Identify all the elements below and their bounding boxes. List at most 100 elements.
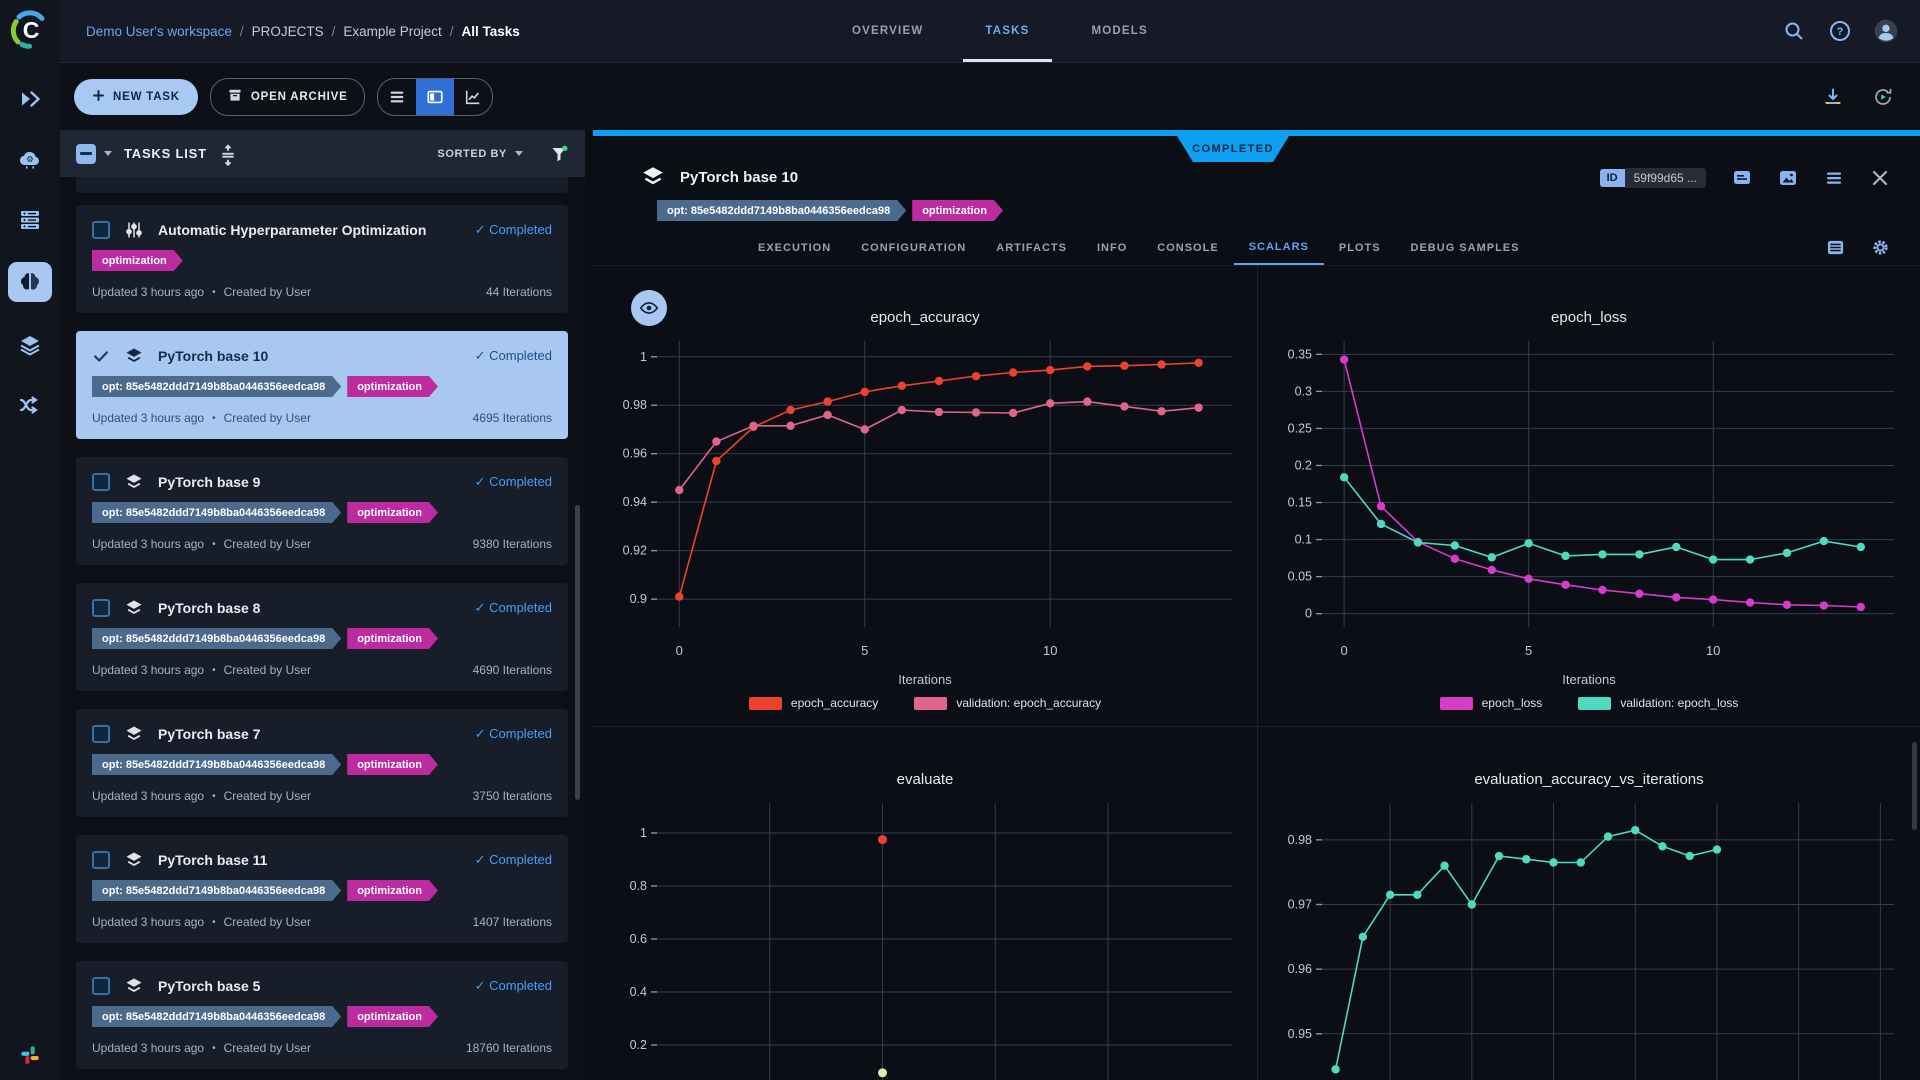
- legend-item[interactable]: epoch_loss: [1440, 696, 1543, 710]
- task-name: PyTorch base 7: [158, 726, 260, 742]
- tab-debug-samples[interactable]: DEBUG SAMPLES: [1396, 230, 1535, 265]
- experiment-icon: [124, 975, 146, 997]
- legend-item[interactable]: validation: epoch_loss: [1578, 696, 1738, 710]
- task-checkbox[interactable]: [92, 851, 110, 869]
- pipelines-icon[interactable]: [10, 388, 50, 422]
- tab-configuration[interactable]: CONFIGURATION: [846, 230, 981, 265]
- task-card[interactable]: Automatic Hyperparameter Optimization✓ C…: [76, 205, 568, 313]
- tab-execution[interactable]: EXECUTION: [743, 230, 846, 265]
- tasks-scrollbar-thumb[interactable]: [575, 505, 580, 800]
- task-checkbox[interactable]: [92, 221, 110, 239]
- svg-text:10: 10: [1043, 643, 1057, 658]
- cloud-autoscaler-icon[interactable]: ⚙: [10, 142, 50, 176]
- task-card[interactable]: PyTorch base 11✓ Completedopt: 85e5482dd…: [76, 835, 568, 943]
- breadcrumb-projects[interactable]: PROJECTS: [252, 24, 324, 39]
- chevron-down-icon[interactable]: [104, 151, 112, 156]
- datasets-layers-icon[interactable]: [10, 328, 50, 362]
- detail-scrollbar-thumb[interactable]: [1912, 742, 1917, 830]
- gear-icon[interactable]: [1871, 238, 1890, 257]
- chart-plot-epoch-loss[interactable]: 00.050.10.150.20.250.30.350510: [1258, 327, 1920, 667]
- expand-sidebar-icon[interactable]: [10, 82, 50, 116]
- menu-icon[interactable]: [1824, 168, 1844, 188]
- help-icon[interactable]: ?: [1828, 19, 1852, 43]
- nav-tab-tasks[interactable]: TASKS: [963, 0, 1051, 62]
- task-card[interactable]: PyTorch base 5✓ Completed opt: 85e5482ddd…: [76, 961, 568, 1069]
- auto-refresh-icon[interactable]: [1872, 86, 1894, 108]
- meta-dot: •: [212, 287, 216, 298]
- user-avatar[interactable]: [1874, 19, 1898, 43]
- new-task-button[interactable]: NEW TASK: [74, 79, 198, 115]
- slack-icon[interactable]: [0, 1042, 60, 1068]
- legend-item[interactable]: validation: epoch_accuracy: [914, 696, 1101, 710]
- task-card[interactable]: PyTorch base 8✓ Completedopt: 85e5482ddd…: [76, 583, 568, 691]
- open-archive-button[interactable]: OPEN ARCHIVE: [210, 78, 365, 116]
- task-tag-optimization[interactable]: optimization: [347, 754, 438, 775]
- svg-text:0.94: 0.94: [623, 495, 647, 509]
- chart-epoch-loss: epoch_loss 00.050.10.150.20.250.30.350510…: [1258, 265, 1920, 727]
- task-tag-optimization[interactable]: optimization: [92, 250, 183, 271]
- task-card-title-row: PyTorch base 5✓ Completed: [92, 975, 552, 997]
- task-tag-opt[interactable]: opt: 85e5482ddd7149b8ba0446356eedca98: [92, 1006, 341, 1027]
- tab-artifacts[interactable]: ARTIFACTS: [981, 230, 1082, 265]
- task-tag-opt[interactable]: opt: 85e5482ddd7149b8ba0446356eedca98: [92, 880, 341, 901]
- breadcrumb-workspace[interactable]: Demo User's workspace: [86, 24, 232, 39]
- task-tag-optimization[interactable]: optimization: [347, 376, 438, 397]
- task-tag-optimization[interactable]: optimization: [347, 628, 438, 649]
- sorted-by-label[interactable]: SORTED BY: [437, 148, 507, 160]
- svg-text:10: 10: [1706, 643, 1720, 658]
- main-column: Demo User's workspace / PROJECTS / Examp…: [60, 0, 1920, 1080]
- task-card[interactable]: PyTorch base 7✓ Completedopt: 85e5482ddd…: [76, 709, 568, 817]
- rail-icon-list: ⚙: [8, 82, 52, 422]
- open-archive-label: OPEN ARCHIVE: [251, 91, 348, 103]
- chart-plot-epoch-accuracy[interactable]: 0.90.920.940.960.9810510: [593, 327, 1258, 667]
- experiment-icon: [124, 345, 146, 367]
- detail-tag-optimization[interactable]: optimization: [912, 200, 1003, 221]
- task-checkbox[interactable]: [92, 977, 110, 995]
- comments-icon[interactable]: [1732, 168, 1752, 188]
- chevron-down-icon[interactable]: [515, 151, 523, 156]
- hide-plots-eye-icon[interactable]: [631, 290, 667, 326]
- task-tag-opt[interactable]: opt: 85e5482ddd7149b8ba0446356eedca98: [92, 376, 341, 397]
- split-view-icon[interactable]: [416, 79, 454, 115]
- task-card-partial[interactable]: [76, 177, 568, 193]
- projects-brain-icon[interactable]: [8, 262, 52, 302]
- search-icon[interactable]: [1782, 19, 1806, 43]
- nav-tab-overview[interactable]: OVERVIEW: [830, 0, 945, 62]
- metrics-table-icon[interactable]: [1826, 238, 1845, 257]
- task-checkbox[interactable]: [92, 725, 110, 743]
- chart-plot-evaluate[interactable]: 0.20.40.60.81: [593, 789, 1258, 1080]
- filter-icon[interactable]: [549, 144, 569, 164]
- workers-queues-icon[interactable]: [10, 202, 50, 236]
- breadcrumb-project[interactable]: Example Project: [343, 24, 441, 39]
- detail-tag-opt[interactable]: opt: 85e5482ddd7149b8ba0446356eedca98: [657, 200, 906, 221]
- task-checkbox[interactable]: [92, 599, 110, 617]
- tab-plots[interactable]: PLOTS: [1324, 230, 1396, 265]
- tab-console[interactable]: CONSOLE: [1142, 230, 1233, 265]
- task-created-by: Created by User: [224, 285, 311, 299]
- collapse-rows-icon[interactable]: [219, 144, 237, 164]
- task-checkbox[interactable]: [92, 473, 110, 491]
- nav-tab-models[interactable]: MODELS: [1070, 0, 1170, 62]
- tab-scalars[interactable]: SCALARS: [1234, 230, 1324, 265]
- task-card[interactable]: PyTorch base 9✓ Completedopt: 85e5482ddd…: [76, 457, 568, 565]
- task-tag-optimization[interactable]: optimization: [347, 880, 438, 901]
- tab-info[interactable]: INFO: [1082, 230, 1142, 265]
- close-icon[interactable]: [1870, 168, 1890, 188]
- legend-item[interactable]: epoch_accuracy: [749, 696, 878, 710]
- task-tag-optimization[interactable]: optimization: [347, 502, 438, 523]
- chart-plot-evaluation-accuracy-vs-iterations[interactable]: 0.950.960.970.98: [1258, 789, 1920, 1080]
- breadcrumb-current: All Tasks: [461, 24, 519, 39]
- table-view-icon[interactable]: [378, 79, 416, 115]
- download-icon[interactable]: [1822, 86, 1844, 108]
- debug-image-icon[interactable]: [1778, 168, 1798, 188]
- task-tag-opt[interactable]: opt: 85e5482ddd7149b8ba0446356eedca98: [92, 502, 341, 523]
- chart-view-icon[interactable]: [454, 79, 492, 115]
- task-tag-optimization[interactable]: optimization: [347, 1006, 438, 1027]
- clearml-logo-icon[interactable]: C: [8, 8, 52, 52]
- select-all-checkbox[interactable]: [76, 144, 96, 164]
- task-tag-opt[interactable]: opt: 85e5482ddd7149b8ba0446356eedca98: [92, 754, 341, 775]
- task-card[interactable]: PyTorch base 10✓ Completedopt: 85e5482dd…: [76, 331, 568, 439]
- task-updated: Updated 3 hours ago: [92, 411, 204, 425]
- task-tag-opt[interactable]: opt: 85e5482ddd7149b8ba0446356eedca98: [92, 628, 341, 649]
- task-id-badge[interactable]: ID 59f99d65 ...: [1600, 168, 1706, 188]
